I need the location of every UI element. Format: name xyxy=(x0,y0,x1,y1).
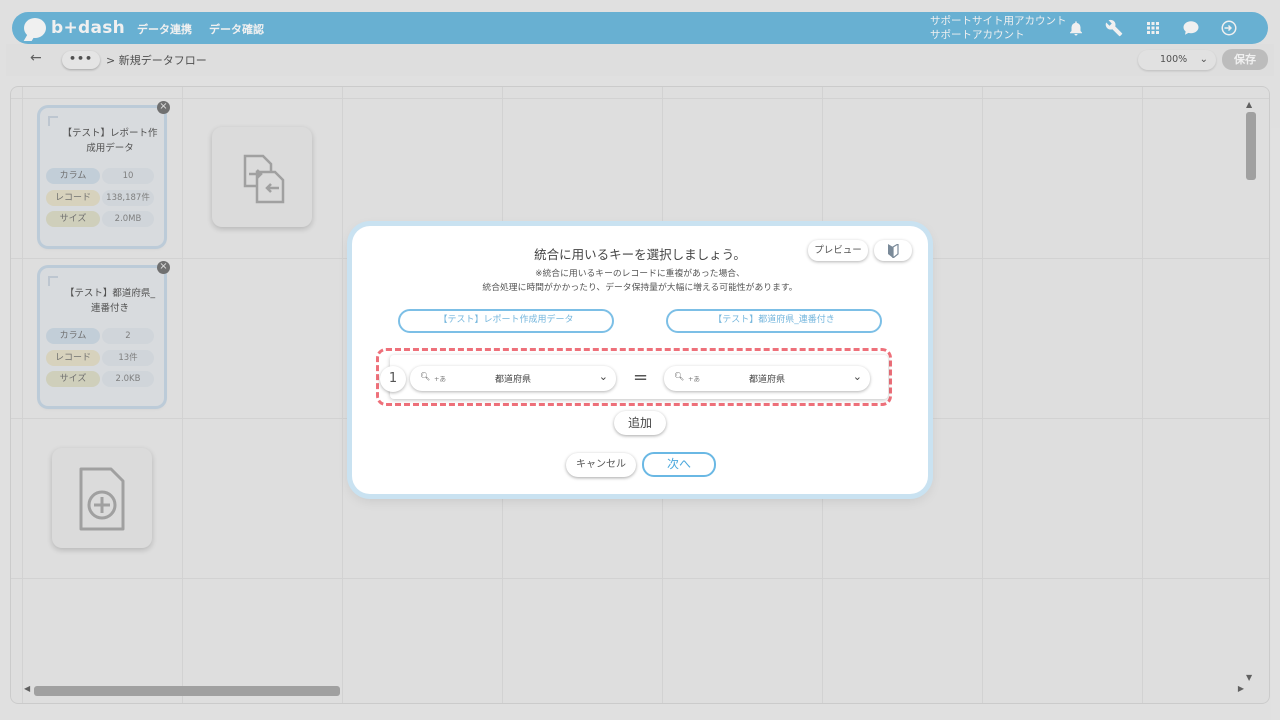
cancel-button[interactable]: キャンセル xyxy=(566,453,636,477)
warning-note-line2: 統合処理に時間がかかったり、データ保持量が大幅に増える可能性があります。 xyxy=(482,283,798,293)
left-key-select[interactable]: 🔍︎ +あ 都道府県 ⌄ xyxy=(410,366,616,391)
chevron-down-icon: ⌄ xyxy=(852,370,862,383)
next-button[interactable]: 次へ xyxy=(642,452,716,477)
warning-note-line1: ※統合に用いるキーのレコードに重複があった場合、 xyxy=(535,269,745,279)
key-row-number: 1 xyxy=(380,366,406,392)
beginner-mark-icon xyxy=(888,243,899,258)
preview-button[interactable]: プレビュー xyxy=(808,240,868,261)
join-key-modal: 統合に用いるキーを選択しましょう。 プレビュー ※統合に用いるキーのレコードに重… xyxy=(352,226,928,494)
left-key-value: 都道府県 xyxy=(494,375,531,385)
left-table-label: 【テスト】レポート作成用データ xyxy=(398,309,614,333)
equals-sign: = xyxy=(633,367,649,388)
guide-button[interactable] xyxy=(874,240,912,261)
add-key-button[interactable]: 追加 xyxy=(614,411,666,435)
right-table-label: 【テスト】都道府県_連番付き xyxy=(666,309,882,333)
right-key-select[interactable]: 🔍︎ +あ 都道府県 ⌄ xyxy=(664,366,870,391)
chevron-down-icon: ⌄ xyxy=(598,370,608,383)
right-key-value: 都道府県 xyxy=(748,375,785,385)
